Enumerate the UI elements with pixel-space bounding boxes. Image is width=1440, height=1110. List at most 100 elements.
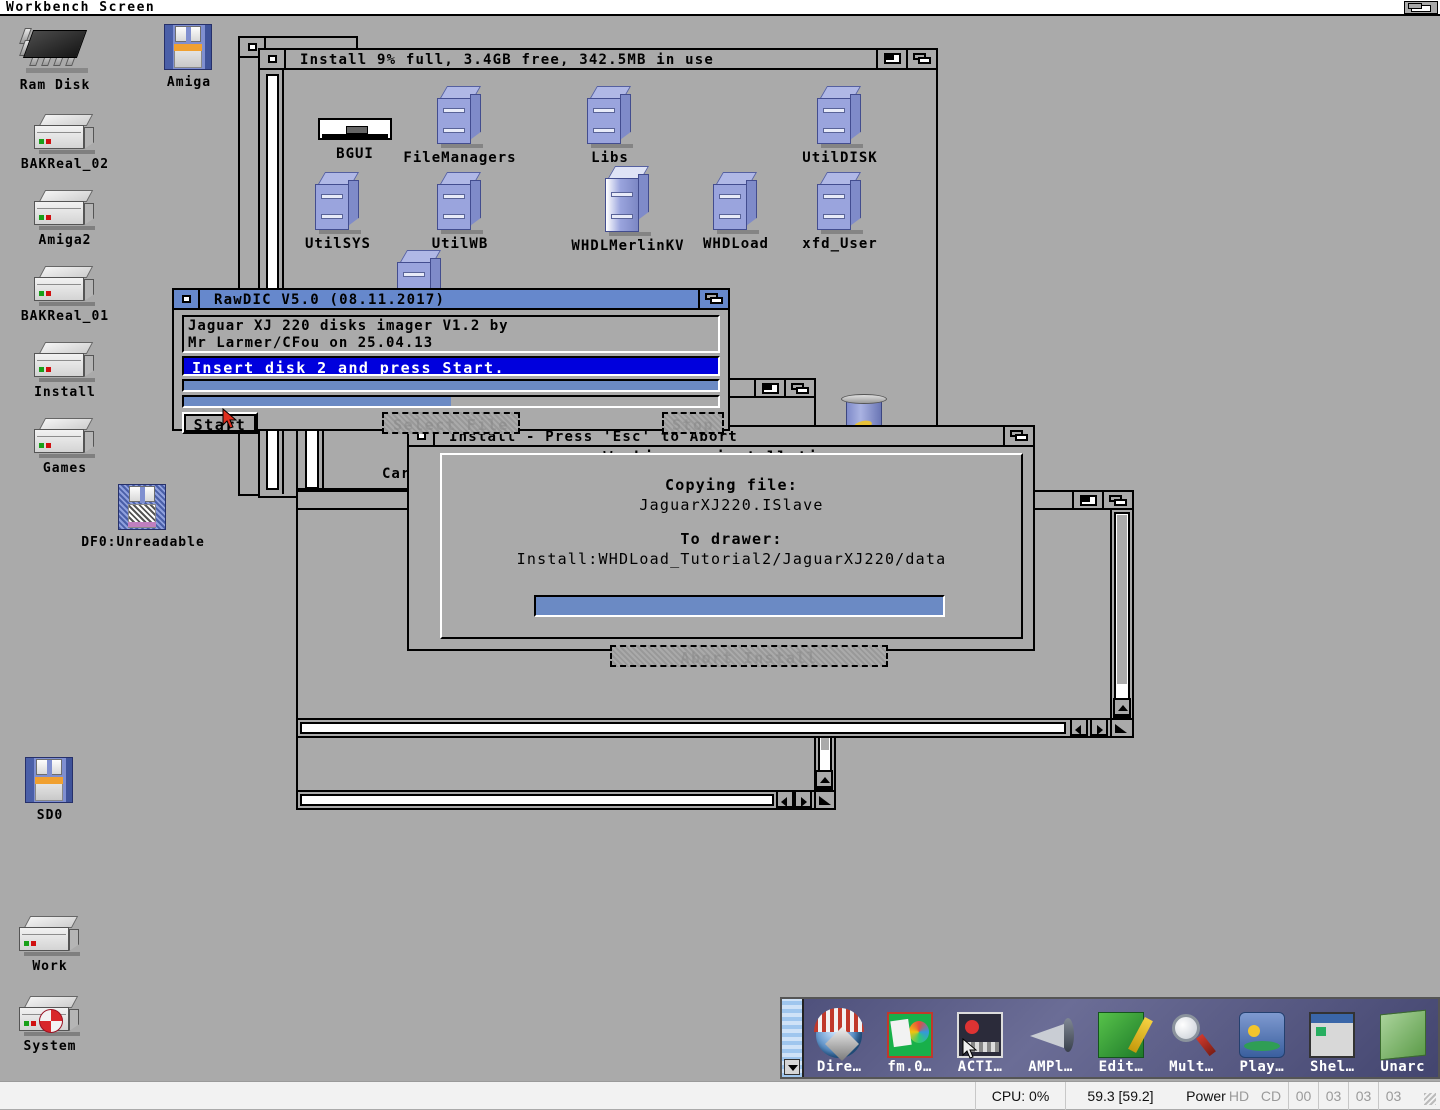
scroll-right-button[interactable] <box>794 790 812 808</box>
dock-item-unarc[interactable]: Unarc <box>1368 999 1438 1077</box>
rawdic-window[interactable]: RawDIC V5.0 (08.11.2017) Jaguar XJ 220 d… <box>172 288 730 434</box>
dock-item-directory-opus[interactable]: Dire… <box>804 999 874 1077</box>
desktop-icon-install[interactable]: Install <box>10 342 120 400</box>
dock-item-label: Shel… <box>1309 1059 1355 1075</box>
desktop-icon-ram-disk[interactable]: Ram Disk <box>0 24 110 93</box>
rawdic-info-line-1: Jaguar XJ 220 disks imager V1.2 by <box>188 318 509 334</box>
dock-handle[interactable] <box>782 999 804 1077</box>
drawer-icon <box>315 172 361 234</box>
depth-gadget[interactable] <box>1003 427 1033 445</box>
desktop-icon-bakreal-02[interactable]: BAKReal_02 <box>10 114 120 172</box>
scroll-left-button[interactable] <box>776 790 794 808</box>
rawdic-stop-button[interactable]: Stop <box>662 412 724 434</box>
install-progress-window[interactable]: Install - Press 'Esc' to Abort Working o… <box>407 425 1035 667</box>
zoom-gadget[interactable] <box>1072 492 1102 510</box>
dock-item-acti[interactable]: ACTI… <box>945 999 1015 1077</box>
dock-item-shell[interactable]: Shel… <box>1297 999 1367 1077</box>
desktop-icon-label: BAKReal_01 <box>20 309 110 324</box>
status-num-0: 00 <box>1288 1082 1318 1110</box>
abort-install-button[interactable]: Abort Install <box>610 645 888 667</box>
dock-item-label: Mult… <box>1169 1059 1214 1075</box>
rawdic-select-file-button[interactable]: Select File <box>382 412 520 434</box>
dock-item-label: Edit… <box>1098 1059 1144 1075</box>
desktop-icon-df0-unreadable[interactable]: DF0:Unreadable <box>43 484 243 550</box>
close-gadget[interactable] <box>174 290 200 308</box>
desktop-icon-amiga2[interactable]: Amiga2 <box>10 190 120 248</box>
size-gadget[interactable] <box>1110 718 1132 736</box>
unarc-icon <box>1379 1009 1426 1061</box>
desktop-icon-games[interactable]: Games <box>10 418 120 476</box>
status-num-3: 03 <box>1378 1082 1408 1110</box>
scroll-right-button[interactable] <box>1090 718 1108 736</box>
drawer-icon <box>587 86 633 148</box>
harddisk-icon <box>34 418 96 458</box>
install-progress-bar <box>534 595 945 617</box>
install-window-title: Install 9% full, 3.4GB free, 342.5MB in … <box>300 52 715 68</box>
drawer-icon <box>817 172 863 234</box>
scroll-up-button[interactable] <box>815 770 833 788</box>
select-file-label: Select File <box>393 416 509 434</box>
stop-label: Stop <box>671 416 715 434</box>
abort-install-label: Abort Install <box>680 649 818 667</box>
dock-item-fm[interactable]: fm.0… <box>874 999 944 1077</box>
desktop-icon-sd0[interactable]: SD0 <box>0 757 105 823</box>
depth-gadget[interactable] <box>1102 492 1132 510</box>
desktop-icon-amiga[interactable]: Amiga <box>134 24 244 90</box>
size-gadget[interactable] <box>814 790 834 808</box>
screen-title-bar: Workbench Screen <box>0 0 1440 16</box>
depth-gadget[interactable] <box>698 290 728 308</box>
icon-filemanagers[interactable]: FileManagers <box>400 86 520 166</box>
install-progress-panel: Copying file: JaguarXJ220.ISlave To draw… <box>440 453 1023 667</box>
resize-grip[interactable] <box>1424 1093 1436 1105</box>
harddisk-icon <box>34 114 96 154</box>
desktop-icon-work[interactable]: Work <box>0 916 105 974</box>
floppy-unreadable-icon <box>118 484 168 532</box>
icon-label: FileManagers <box>403 150 517 166</box>
scroll-up-button[interactable] <box>1113 698 1131 716</box>
zoom-gadget[interactable] <box>754 380 784 398</box>
window-gadgets <box>698 290 728 308</box>
status-temperature: 59.3 [59.2] <box>1065 1082 1175 1110</box>
depth-gadget[interactable] <box>906 50 936 68</box>
dock-item-label: Unarc <box>1380 1059 1426 1075</box>
dock-item-play[interactable]: Play… <box>1227 999 1297 1077</box>
close-gadget[interactable] <box>260 50 286 68</box>
jaguar-horizontal-scrollbar[interactable] <box>298 790 814 808</box>
dock-item-edit[interactable]: Edit… <box>1086 999 1156 1077</box>
dock-item-ampl[interactable]: AMPl… <box>1015 999 1085 1077</box>
desktop-icon-label: SD0 <box>36 808 64 823</box>
directory-opus-icon <box>814 1008 865 1058</box>
screen-title: Workbench Screen <box>6 0 156 15</box>
shell-icon <box>1309 1012 1356 1058</box>
zoom-gadget[interactable] <box>876 50 906 68</box>
scroll-left-button[interactable] <box>1070 718 1088 736</box>
drawer-icon <box>605 166 651 236</box>
tool-icon <box>318 118 392 140</box>
rawdic-title-bar[interactable]: RawDIC V5.0 (08.11.2017) <box>174 290 728 310</box>
icon-libs[interactable]: Libs <box>550 86 670 166</box>
dock-items: Dire… fm.0… ACTI… AMPl… Edit… Mult… Play… <box>804 999 1438 1077</box>
window-gadgets <box>1003 427 1033 445</box>
dock-item-label: Play… <box>1239 1059 1285 1075</box>
icon-bgui[interactable]: BGUI <box>295 114 415 162</box>
depth-gadget[interactable] <box>784 380 814 398</box>
icon-whdload[interactable]: WHDLoad <box>676 172 796 252</box>
desktop-icon-bakreal-01[interactable]: BAKReal_01 <box>10 266 120 324</box>
icon-utilwb[interactable]: UtilWB <box>400 172 520 252</box>
icon-utilsys[interactable]: UtilSYS <box>278 172 398 252</box>
rawdic-start-button[interactable]: Start <box>182 412 258 434</box>
desktop-icon-system[interactable]: System <box>0 996 105 1054</box>
icon-utildisk[interactable]: UtilDISK <box>780 86 900 166</box>
right-window-vertical-scrollbar[interactable] <box>1110 510 1132 736</box>
dock-item-mult[interactable]: Mult… <box>1156 999 1226 1077</box>
status-bar: CPU: 0% 59.3 [59.2] Power HD CD 00 03 03… <box>0 1081 1440 1110</box>
icon-xfd-user[interactable]: xfd_User <box>780 172 900 252</box>
workbench-screen: Workbench Screen Ram Disk Amiga BAKReal_… <box>0 0 1440 1110</box>
screen-depth-gadget[interactable] <box>1404 1 1438 14</box>
icon-label: Libs <box>591 150 629 166</box>
status-cpu: CPU: 0% <box>975 1082 1065 1110</box>
install-window-title-bar[interactable]: Install 9% full, 3.4GB free, 342.5MB in … <box>260 50 936 70</box>
dock-bar: Dire… fm.0… ACTI… AMPl… Edit… Mult… Play… <box>780 997 1440 1079</box>
right-window-horizontal-scrollbar[interactable] <box>298 718 1110 736</box>
dock-collapse-icon[interactable] <box>784 1059 800 1075</box>
